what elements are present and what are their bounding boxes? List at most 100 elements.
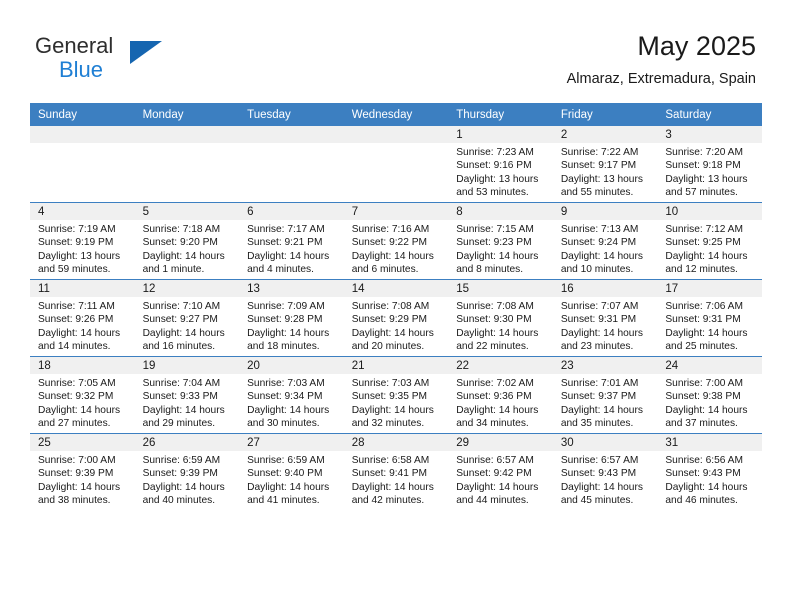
day-details: Sunrise: 7:07 AM Sunset: 9:31 PM Daylight:… xyxy=(553,297,658,354)
day-number: 12 xyxy=(134,280,240,297)
calendar-day-cell[interactable]: 22 Sunrise: 7:02 AM Sunset: 9:36 PM Dayligh… xyxy=(448,356,553,434)
day-details: Sunrise: 7:08 AM Sunset: 9:29 PM Daylight:… xyxy=(344,297,449,354)
calendar-day-cell[interactable]: 10 Sunrise: 7:12 AM Sunset: 9:25 PM Dayligh… xyxy=(657,202,762,280)
calendar-day-cell[interactable]: 16 Sunrise: 7:07 AM Sunset: 9:31 PM Dayligh… xyxy=(552,279,658,357)
day-number: 9 xyxy=(552,203,658,220)
day-number: 4 xyxy=(30,203,135,220)
calendar-day-cell[interactable]: 15 Sunrise: 7:08 AM Sunset: 9:30 PM Dayligh… xyxy=(448,279,553,357)
calendar-week-row: 25 Sunrise: 7:00 AM Sunset: 9:39 PM Dayligh… xyxy=(30,433,762,510)
location-subtitle: Almaraz, Extremadura, Spain xyxy=(566,71,756,87)
calendar-day-cell[interactable]: 18 Sunrise: 7:05 AM Sunset: 9:32 PM Dayligh… xyxy=(30,356,135,434)
daylight-text-line1: Daylight: 13 hours xyxy=(38,250,121,262)
calendar-day-cell[interactable]: 24 Sunrise: 7:00 AM Sunset: 9:38 PM Dayligh… xyxy=(657,356,762,434)
day-details: Sunrise: 6:57 AM Sunset: 9:42 PM Daylight:… xyxy=(448,451,553,508)
calendar-day-cell[interactable]: 6 Sunrise: 7:17 AM Sunset: 9:21 PM Daylight… xyxy=(239,202,344,280)
day-details: Sunrise: 7:11 AM Sunset: 9:26 PM Daylight:… xyxy=(30,297,135,354)
sunset-text: Sunset: 9:39 PM xyxy=(38,468,114,480)
sunrise-text: Sunrise: 7:04 AM xyxy=(142,378,221,389)
calendar-day-cell[interactable]: 11 Sunrise: 7:11 AM Sunset: 9:26 PM Dayligh… xyxy=(30,279,135,357)
calendar-day-cell[interactable]: 12 Sunrise: 7:10 AM Sunset: 9:27 PM Dayligh… xyxy=(134,279,240,357)
sunrise-text: Sunrise: 7:13 AM xyxy=(560,224,639,235)
triangle-logo-icon xyxy=(130,41,162,64)
day-number: 15 xyxy=(448,280,553,297)
day-number: 22 xyxy=(448,357,553,374)
calendar-day-cell[interactable]: 14 Sunrise: 7:08 AM Sunset: 9:29 PM Dayligh… xyxy=(343,279,449,357)
calendar-day-cell[interactable]: 2 Sunrise: 7:22 AM Sunset: 9:17 PM Daylight… xyxy=(552,126,658,203)
sunset-text: Sunset: 9:23 PM xyxy=(456,237,532,249)
calendar-day-cell[interactable]: 23 Sunrise: 7:01 AM Sunset: 9:37 PM Dayligh… xyxy=(552,356,658,434)
daylight-text-line1: Daylight: 14 hours xyxy=(560,250,643,262)
day-number: 21 xyxy=(343,357,449,374)
daylight-text-line2: and 32 minutes. xyxy=(351,418,425,430)
daylight-text-line1: Daylight: 13 hours xyxy=(665,173,748,185)
calendar-day-cell[interactable]: 30 Sunrise: 6:57 AM Sunset: 9:43 PM Dayligh… xyxy=(552,433,658,510)
daylight-text-line1: Daylight: 14 hours xyxy=(351,481,434,493)
calendar-day-cell[interactable]: 19 Sunrise: 7:04 AM Sunset: 9:33 PM Dayligh… xyxy=(134,356,240,434)
daylight-text-line1: Daylight: 14 hours xyxy=(456,250,539,262)
sunrise-text: Sunrise: 7:07 AM xyxy=(560,301,639,312)
day-number: 25 xyxy=(30,434,135,451)
calendar-week-row: 4 Sunrise: 7:19 AM Sunset: 9:19 PM Daylight… xyxy=(30,202,762,280)
day-number: 24 xyxy=(657,357,762,374)
sunset-text: Sunset: 9:43 PM xyxy=(665,468,741,480)
brand-logo[interactable]: General Blue xyxy=(35,33,255,85)
daylight-text-line1: Daylight: 14 hours xyxy=(38,481,121,493)
sunset-text: Sunset: 9:24 PM xyxy=(560,237,637,249)
day-details: Sunrise: 7:09 AM Sunset: 9:28 PM Daylight:… xyxy=(239,297,344,354)
column-header-wednesday: Wednesday xyxy=(343,103,449,126)
calendar-cell-empty xyxy=(239,126,344,203)
calendar-day-cell[interactable]: 9 Sunrise: 7:13 AM Sunset: 9:24 PM Daylight… xyxy=(552,202,658,280)
daylight-text-line1: Daylight: 14 hours xyxy=(560,327,643,339)
calendar-day-cell[interactable]: 25 Sunrise: 7:00 AM Sunset: 9:39 PM Dayligh… xyxy=(30,433,135,510)
daylight-text-line1: Daylight: 14 hours xyxy=(665,481,748,493)
sunrise-text: Sunrise: 6:59 AM xyxy=(247,455,325,466)
brand-name-general: General xyxy=(35,33,114,58)
sunrise-text: Sunrise: 7:05 AM xyxy=(38,378,116,389)
sunrise-text: Sunrise: 7:16 AM xyxy=(351,224,430,235)
day-number xyxy=(343,126,449,143)
daylight-text-line2: and 27 minutes. xyxy=(38,418,111,430)
sunrise-text: Sunrise: 6:59 AM xyxy=(142,455,221,466)
daylight-text-line2: and 29 minutes. xyxy=(142,418,216,430)
day-details: Sunrise: 7:20 AM Sunset: 9:18 PM Daylight:… xyxy=(657,143,762,200)
calendar-day-cell[interactable]: 26 Sunrise: 6:59 AM Sunset: 9:39 PM Dayligh… xyxy=(134,433,240,510)
calendar-day-cell[interactable]: 28 Sunrise: 6:58 AM Sunset: 9:41 PM Dayligh… xyxy=(343,433,449,510)
daylight-text-line1: Daylight: 14 hours xyxy=(456,327,539,339)
daylight-text-line2: and 42 minutes. xyxy=(351,495,425,507)
day-number: 19 xyxy=(134,357,240,374)
calendar-day-cell[interactable]: 3 Sunrise: 7:20 AM Sunset: 9:18 PM Daylight… xyxy=(657,126,762,203)
sunset-text: Sunset: 9:42 PM xyxy=(456,468,532,480)
calendar-day-cell[interactable]: 31 Sunrise: 6:56 AM Sunset: 9:43 PM Dayligh… xyxy=(657,433,762,510)
calendar-day-cell[interactable]: 5 Sunrise: 7:18 AM Sunset: 9:20 PM Daylight… xyxy=(134,202,240,280)
calendar-day-cell[interactable]: 17 Sunrise: 7:06 AM Sunset: 9:31 PM Dayligh… xyxy=(657,279,762,357)
daylight-text-line2: and 34 minutes. xyxy=(456,418,529,430)
calendar-day-cell[interactable]: 20 Sunrise: 7:03 AM Sunset: 9:34 PM Dayligh… xyxy=(239,356,344,434)
calendar-cell-empty xyxy=(30,126,135,203)
calendar-day-cell[interactable]: 7 Sunrise: 7:16 AM Sunset: 9:22 PM Daylight… xyxy=(343,202,449,280)
calendar-day-cell[interactable]: 27 Sunrise: 6:59 AM Sunset: 9:40 PM Dayligh… xyxy=(239,433,344,510)
day-number: 17 xyxy=(657,280,762,297)
daylight-text-line1: Daylight: 14 hours xyxy=(38,327,121,339)
calendar-day-cell[interactable]: 13 Sunrise: 7:09 AM Sunset: 9:28 PM Dayligh… xyxy=(239,279,344,357)
day-details: Sunrise: 7:15 AM Sunset: 9:23 PM Daylight:… xyxy=(448,220,553,277)
calendar-day-cell[interactable]: 1 Sunrise: 7:23 AM Sunset: 9:16 PM Daylight… xyxy=(448,126,553,203)
daylight-text-line2: and 20 minutes. xyxy=(351,341,425,353)
sunset-text: Sunset: 9:35 PM xyxy=(351,391,428,403)
calendar-day-cell[interactable]: 4 Sunrise: 7:19 AM Sunset: 9:19 PM Daylight… xyxy=(30,202,135,280)
day-details: Sunrise: 7:04 AM Sunset: 9:33 PM Daylight:… xyxy=(135,374,240,431)
day-number: 16 xyxy=(552,280,658,297)
calendar-day-cell[interactable]: 21 Sunrise: 7:03 AM Sunset: 9:35 PM Dayligh… xyxy=(343,356,449,434)
column-header-tuesday: Tuesday xyxy=(239,103,344,126)
calendar-header-row: Sunday Monday Tuesday Wednesday Thursday… xyxy=(30,103,762,126)
sunrise-text: Sunrise: 7:09 AM xyxy=(247,301,325,312)
calendar-day-cell[interactable]: 8 Sunrise: 7:15 AM Sunset: 9:23 PM Daylight… xyxy=(448,202,553,280)
sunrise-text: Sunrise: 7:00 AM xyxy=(38,455,116,466)
sunset-text: Sunset: 9:41 PM xyxy=(351,468,428,480)
sunrise-text: Sunrise: 7:19 AM xyxy=(38,224,116,235)
day-details: Sunrise: 6:59 AM Sunset: 9:40 PM Daylight:… xyxy=(239,451,344,508)
day-number: 2 xyxy=(552,126,658,143)
calendar-day-cell[interactable]: 29 Sunrise: 6:57 AM Sunset: 9:42 PM Dayligh… xyxy=(448,433,553,510)
day-number xyxy=(239,126,344,143)
daylight-text-line2: and 57 minutes. xyxy=(665,187,738,199)
page-title: May 2025 xyxy=(637,31,756,61)
